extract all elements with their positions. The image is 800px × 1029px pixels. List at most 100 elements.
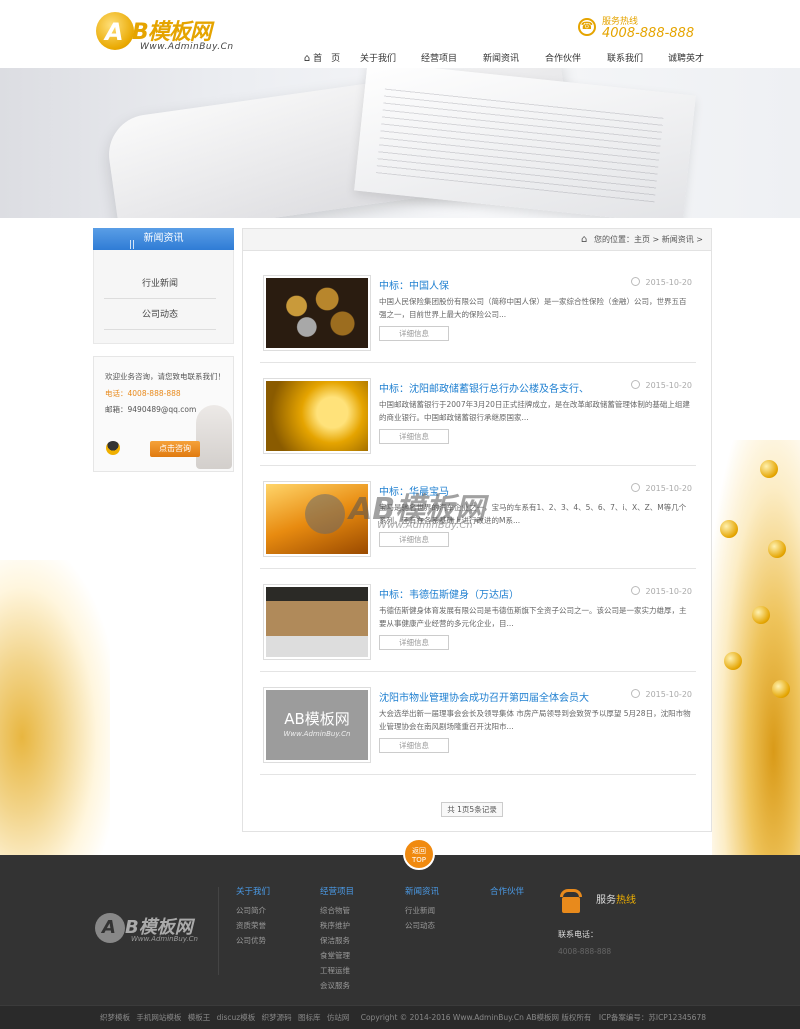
contact-phone: 电话：4008-888-888 xyxy=(105,389,181,398)
clock-icon xyxy=(630,586,640,595)
footer-link[interactable]: 食堂管理 xyxy=(320,948,390,963)
news-description: 大会选举出新一届理事会会长及领导集体 市房产局领导到会致贺予以厚望 5月28日，… xyxy=(379,709,691,731)
friend-link[interactable]: 手机网站模板 xyxy=(136,1013,181,1022)
news-date: 2015-10-20 xyxy=(630,277,692,287)
footer-link[interactable]: 综合物管 xyxy=(320,903,390,918)
hero-banner xyxy=(0,68,800,218)
nav-item-careers[interactable]: 诚聘英才 xyxy=(656,50,716,68)
nav-item-partners[interactable]: 合作伙伴 xyxy=(532,50,594,68)
nav-item-about[interactable]: 关于我们 xyxy=(348,50,408,68)
breadcrumb: ⌂ 您的位置：主页 > 新闻资讯 > xyxy=(243,229,711,251)
site-footer: A B模板网 Www.AdminBuy.Cn 关于我们 公司简介 资质荣誉 公司… xyxy=(0,855,800,1005)
nav-item-news[interactable]: 新闻资讯 xyxy=(470,50,532,68)
news-date: 2015-10-20 xyxy=(630,483,692,493)
coin-icon xyxy=(760,460,778,478)
news-item: 中标：韦德伍斯健身（万达店） 2015-10-20 韦德伍斯健身体育发展有限公司… xyxy=(260,576,696,672)
breadcrumb-current[interactable]: 新闻资讯 xyxy=(662,235,694,244)
footer-link[interactable]: 公司优势 xyxy=(236,933,306,948)
news-detail-button[interactable]: 详细信息 xyxy=(379,326,449,341)
friend-link[interactable]: 仿站网 xyxy=(327,1013,350,1022)
news-date: 2015-10-20 xyxy=(630,586,692,596)
footer-col-business: 经营项目 综合物管 秩序维护 保洁服务 食堂管理 工程运维 会议服务 xyxy=(320,885,390,993)
footer-link[interactable]: 秩序维护 xyxy=(320,918,390,933)
nav-item-contact[interactable]: 联系我们 xyxy=(594,50,656,68)
logo-subtitle: Www.AdminBuy.Cn xyxy=(140,42,234,52)
home-icon: ⌂ xyxy=(303,53,311,64)
news-date: 2015-10-20 xyxy=(630,689,692,699)
friend-link[interactable]: 织梦模板 xyxy=(100,1013,130,1022)
nav-item-business[interactable]: 经营项目 xyxy=(408,50,470,68)
breadcrumb-home[interactable]: 主页 xyxy=(634,235,650,244)
friend-link[interactable]: 模板王 xyxy=(188,1013,211,1022)
copyright: Copyright © 2014-2016 Www.AdminBuy.Cn AB… xyxy=(360,1013,706,1022)
footer-link[interactable]: 工程运维 xyxy=(320,963,390,978)
logo-mark: A xyxy=(96,12,134,50)
news-thumbnail[interactable] xyxy=(263,275,371,351)
footer-col-partners: 合作伙伴 xyxy=(490,887,525,897)
placeholder-image: AB模板网 Www.AdminBuy.Cn xyxy=(266,690,368,760)
nav-item-home[interactable]: ⌂ 首 页 xyxy=(296,50,348,68)
site-header: A B模板网 Www.AdminBuy.Cn ☎ 服务热线 4008-888-8… xyxy=(0,0,800,68)
news-title[interactable]: 沈阳市物业管理协会成功召开第四届全体会员大 xyxy=(379,689,589,704)
news-title[interactable]: 中标：中国人保 xyxy=(379,277,449,292)
friend-links: 织梦模板 手机网站模板 模板王 discuz模板 织梦源码 图标库 仿站网 xyxy=(100,1006,353,1029)
sidebar-item-industry-news[interactable]: 行业新闻 xyxy=(104,269,216,299)
qq-icon[interactable] xyxy=(106,441,120,455)
pagination[interactable]: 共 1页5条记录 xyxy=(441,802,503,817)
footer-col-news: 新闻资讯 行业新闻 公司动态 xyxy=(405,885,475,933)
site-logo[interactable]: A B模板网 Www.AdminBuy.Cn xyxy=(96,10,246,58)
news-thumbnail[interactable]: AB模板网 Www.AdminBuy.Cn xyxy=(263,687,371,763)
news-item: 中标：中国人保 2015-10-20 中国人民保险集团股份有限公司（简称中国人保… xyxy=(260,267,696,363)
sidebar-item-company-news[interactable]: 公司动态 xyxy=(104,300,216,330)
decor-gold-right xyxy=(712,440,800,855)
bottom-bar: 织梦模板 手机网站模板 模板王 discuz模板 织梦源码 图标库 仿站网 Co… xyxy=(0,1005,800,1029)
telephone-icon xyxy=(558,885,584,915)
back-to-top-button[interactable]: 返回 TOP xyxy=(403,838,435,870)
coin-icon xyxy=(724,652,742,670)
footer-link[interactable]: 会议服务 xyxy=(320,978,390,993)
news-description: 中国人民保险集团股份有限公司（简称中国人保）是一家综合性保险（金融）公司，世界五… xyxy=(379,297,687,319)
clock-icon xyxy=(630,380,640,389)
breadcrumb-text: ⌂ 您的位置：主页 > 新闻资讯 > xyxy=(581,234,703,245)
footer-link[interactable]: 资质荣誉 xyxy=(236,918,306,933)
news-title[interactable]: 中标：沈阳邮政储蓄银行总行办公楼及各支行、 xyxy=(379,380,589,395)
hotline-number: 4008-888-888 xyxy=(602,26,695,41)
footer-divider xyxy=(218,887,219,975)
footer-link[interactable]: 保洁服务 xyxy=(320,933,390,948)
coin-icon xyxy=(720,520,738,538)
clock-icon xyxy=(630,689,640,698)
sidebar-contact: 欢迎业务咨询，请您致电联系我们！ 电话：4008-888-888 邮箱：9490… xyxy=(93,356,234,472)
clock-icon xyxy=(630,483,640,492)
watermark: AB模板网 Www.AdminBuy.Cn xyxy=(305,484,505,544)
news-thumbnail[interactable] xyxy=(263,378,371,454)
sidebar-title: || 新闻资讯 xyxy=(93,228,234,250)
clock-icon xyxy=(630,277,640,286)
watermark-logo-icon xyxy=(305,494,345,534)
footer-link[interactable]: 公司简介 xyxy=(236,903,306,918)
footer-link[interactable]: 公司动态 xyxy=(405,918,475,933)
footer-contact-number: 4008-888-888 xyxy=(558,947,612,956)
footer-contact-label: 联系电话： xyxy=(558,930,598,939)
news-title[interactable]: 中标：韦德伍斯健身（万达店） xyxy=(379,586,519,601)
footer-hotline-title: 服务热线 xyxy=(596,895,636,906)
footer-link[interactable]: 行业新闻 xyxy=(405,903,475,918)
coin-icon xyxy=(752,606,770,624)
friend-link[interactable]: 织梦源码 xyxy=(262,1013,292,1022)
contact-greeting: 欢迎业务咨询，请您致电联系我们！ xyxy=(105,372,225,381)
footer-hotline: 服务热线 联系电话： 4008-888-888 xyxy=(558,885,718,985)
coin-icon xyxy=(768,540,786,558)
footer-logo[interactable]: A B模板网 Www.AdminBuy.Cn xyxy=(95,913,215,947)
news-date: 2015-10-20 xyxy=(630,380,692,390)
news-thumbnail[interactable] xyxy=(263,584,371,660)
friend-link[interactable]: discuz模板 xyxy=(217,1013,256,1022)
news-item: 中标：沈阳邮政储蓄银行总行办公楼及各支行、 2015-10-20 中国邮政储蓄银… xyxy=(260,370,696,466)
news-detail-button[interactable]: 详细信息 xyxy=(379,429,449,444)
storefront-image xyxy=(266,587,368,657)
gold-coin-image xyxy=(266,381,368,451)
consult-button[interactable]: 点击咨询 xyxy=(150,441,200,457)
news-detail-button[interactable]: 详细信息 xyxy=(379,738,449,753)
news-description: 中国邮政储蓄银行于2007年3月20日正式挂牌成立，是在改革邮政储蓄管理体制的基… xyxy=(379,400,690,422)
news-item: AB模板网 Www.AdminBuy.Cn 沈阳市物业管理协会成功召开第四届全体… xyxy=(260,679,696,775)
friend-link[interactable]: 图标库 xyxy=(298,1013,321,1022)
news-detail-button[interactable]: 详细信息 xyxy=(379,635,449,650)
